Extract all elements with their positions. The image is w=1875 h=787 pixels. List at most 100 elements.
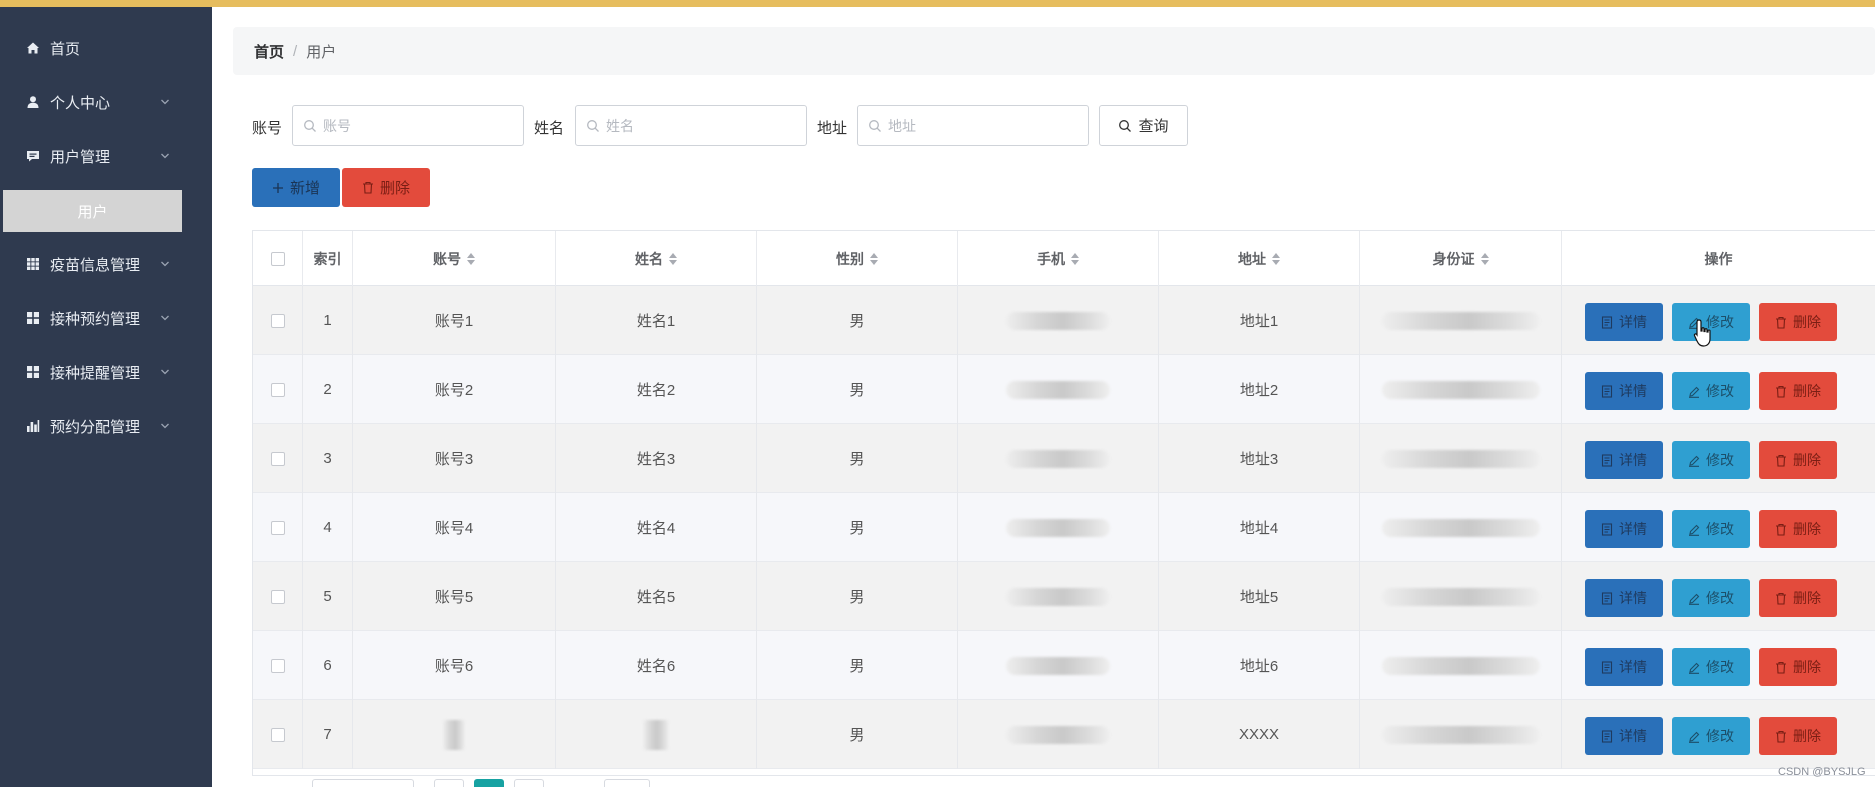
row-checkbox[interactable] (270, 451, 285, 466)
select-all-checkbox[interactable] (270, 251, 285, 266)
sidebar-item-user-management[interactable]: 用户管理 (0, 136, 212, 176)
chat-icon (26, 149, 40, 163)
edit-button[interactable]: 修改 (1672, 510, 1750, 548)
delete-button[interactable]: 删除 (1759, 303, 1837, 341)
query-button-label: 查询 (1138, 118, 1169, 135)
batch-delete-button[interactable]: 删除 (342, 168, 430, 207)
add-button[interactable]: 新增 (252, 168, 340, 207)
sort-icon[interactable] (1272, 252, 1280, 265)
cell-phone (958, 355, 1159, 424)
sidebar-item-vaccine-info[interactable]: 疫苗信息管理 (0, 244, 212, 284)
address-search-input[interactable] (888, 106, 1082, 145)
column-header-gender[interactable]: 性别 (757, 231, 958, 286)
row-checkbox[interactable] (270, 382, 285, 397)
sort-icon[interactable] (1071, 252, 1079, 265)
sidebar-item-label: 接种预约管理 (50, 310, 141, 328)
breadcrumb-home[interactable]: 首页 (254, 41, 284, 62)
cell-index: 7 (303, 700, 353, 769)
prev-page-button[interactable] (434, 779, 464, 787)
edit-button[interactable]: 修改 (1672, 441, 1750, 479)
cell-gender: 男 (757, 700, 958, 769)
cell-phone (958, 493, 1159, 562)
delete-button[interactable]: 删除 (1759, 648, 1837, 686)
row-checkbox[interactable] (270, 589, 285, 604)
document-icon (1601, 522, 1613, 536)
edit-button[interactable]: 修改 (1672, 648, 1750, 686)
document-icon (1601, 591, 1613, 605)
row-checkbox[interactable] (270, 313, 285, 328)
sidebar-item-home[interactable]: 首页 (0, 28, 212, 68)
edit-button-label: 修改 (1706, 383, 1734, 399)
account-search-field[interactable] (292, 105, 524, 146)
column-header-id-card[interactable]: 身份证 (1360, 231, 1562, 286)
delete-button[interactable]: 删除 (1759, 372, 1837, 410)
cell-index: 5 (303, 562, 353, 631)
column-header-phone[interactable]: 手机 (958, 231, 1159, 286)
sort-icon[interactable] (467, 252, 475, 265)
column-header-name[interactable]: 姓名 (556, 231, 757, 286)
current-page-button[interactable] (474, 779, 504, 787)
page-size-select[interactable] (312, 779, 414, 787)
edit-icon (1688, 523, 1700, 536)
cell-gender: 男 (757, 493, 958, 562)
edit-button[interactable]: 修改 (1672, 579, 1750, 617)
edit-button[interactable]: 修改 (1672, 717, 1750, 755)
table-row: 4 账号4 姓名4 男 地址4 详情 修改 删除 (253, 493, 1875, 562)
cell-phone (958, 286, 1159, 355)
delete-button[interactable]: 删除 (1759, 579, 1837, 617)
detail-button-label: 详情 (1619, 383, 1647, 399)
page-jump-input[interactable] (604, 779, 650, 787)
sidebar-item-label: 疫苗信息管理 (50, 256, 141, 274)
sidebar-subitem-users[interactable]: 用户 (3, 190, 182, 232)
chevron-down-icon (161, 153, 169, 159)
redacted-phone (1006, 449, 1110, 468)
next-page-button[interactable] (514, 779, 544, 787)
cell-actions: 详情 修改 删除 (1562, 700, 1875, 769)
trash-icon (1775, 385, 1787, 398)
row-checkbox[interactable] (270, 520, 285, 535)
detail-button[interactable]: 详情 (1585, 441, 1663, 479)
sort-icon[interactable] (669, 252, 677, 265)
edit-button-label: 修改 (1706, 452, 1734, 468)
detail-button[interactable]: 详情 (1585, 717, 1663, 755)
column-header-label: 账号 (433, 250, 461, 267)
delete-button[interactable]: 删除 (1759, 441, 1837, 479)
query-button[interactable]: 查询 (1099, 105, 1188, 146)
plus-icon (272, 182, 284, 194)
cell-address: 地址1 (1159, 286, 1360, 355)
edit-button[interactable]: 修改 (1672, 372, 1750, 410)
sidebar-item-personal-center[interactable]: 个人中心 (0, 82, 212, 122)
detail-button[interactable]: 详情 (1585, 579, 1663, 617)
search-icon (587, 120, 599, 132)
row-checkbox[interactable] (270, 658, 285, 673)
sort-icon[interactable] (1480, 252, 1489, 265)
trash-icon (1775, 661, 1787, 674)
account-search-input[interactable] (323, 106, 517, 145)
sidebar-item-vaccination-reminder[interactable]: 接种提醒管理 (0, 352, 212, 392)
cell-actions: 详情 修改 删除 (1562, 631, 1875, 700)
address-search-field[interactable] (857, 105, 1089, 146)
detail-button[interactable]: 详情 (1585, 372, 1663, 410)
detail-button-label: 详情 (1619, 521, 1647, 537)
detail-button[interactable]: 详情 (1585, 303, 1663, 341)
column-header-index: 索引 (303, 231, 353, 286)
row-checkbox[interactable] (270, 727, 285, 742)
column-header-account[interactable]: 账号 (353, 231, 556, 286)
sidebar-item-vaccination-appointment[interactable]: 接种预约管理 (0, 298, 212, 338)
row-select-cell (253, 562, 303, 631)
detail-button[interactable]: 详情 (1585, 510, 1663, 548)
delete-button[interactable]: 删除 (1759, 510, 1837, 548)
delete-button[interactable]: 删除 (1759, 717, 1837, 755)
name-search-field[interactable] (575, 105, 807, 146)
sidebar-item-appointment-allocation[interactable]: 预约分配管理 (0, 406, 212, 446)
row-select-cell (253, 631, 303, 700)
detail-button[interactable]: 详情 (1585, 648, 1663, 686)
name-search-input[interactable] (606, 106, 800, 145)
column-header-address[interactable]: 地址 (1159, 231, 1360, 286)
delete-button-label: 删除 (1793, 383, 1821, 399)
sidebar: 首页 个人中心 用户管理 用户 疫苗信息管理 接种预约管理 接种提醒管理 预约分… (0, 7, 212, 787)
cell-address: XXXX (1159, 700, 1360, 769)
sort-icon[interactable] (870, 252, 878, 265)
redacted-id-card (1381, 587, 1540, 606)
cell-index: 2 (303, 355, 353, 424)
